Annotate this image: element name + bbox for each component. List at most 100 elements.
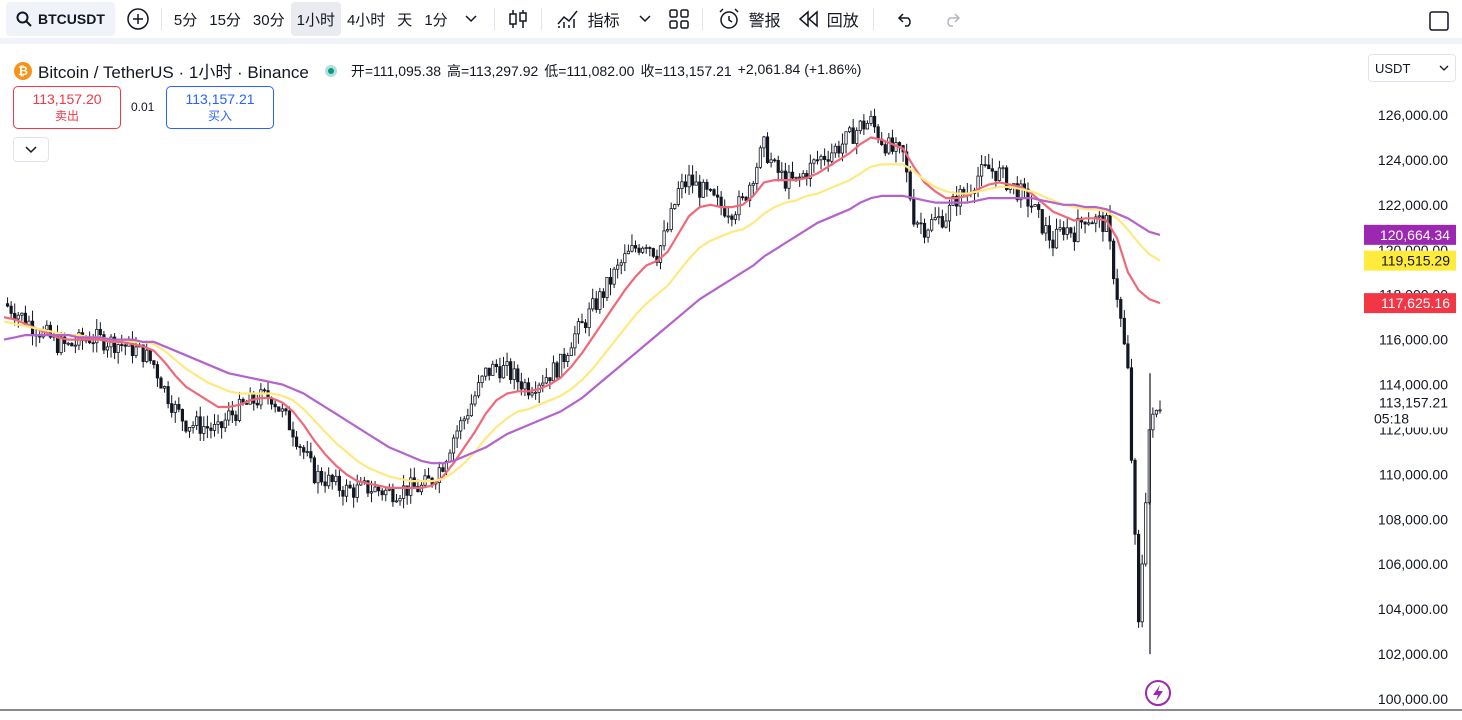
candle bbox=[491, 360, 495, 376]
fullscreen-button[interactable] bbox=[1422, 4, 1456, 38]
candle bbox=[598, 287, 602, 314]
candle bbox=[220, 420, 224, 439]
candle bbox=[551, 355, 556, 382]
candle bbox=[765, 132, 770, 164]
candle bbox=[683, 174, 688, 194]
candle bbox=[1019, 179, 1023, 208]
divider bbox=[493, 8, 495, 30]
candle bbox=[205, 415, 209, 439]
candle bbox=[377, 485, 381, 497]
candle bbox=[298, 443, 302, 456]
layout-button[interactable] bbox=[662, 2, 696, 36]
candle bbox=[494, 359, 498, 373]
candle bbox=[152, 359, 156, 369]
price-badges: 120,664.34 119,515.29 117,625.16 113,157.21… bbox=[1364, 224, 1456, 428]
candle bbox=[997, 160, 1002, 183]
candle bbox=[273, 399, 277, 413]
divider bbox=[872, 8, 874, 30]
timeframe-dropdown[interactable] bbox=[454, 2, 488, 36]
ma-line-2 bbox=[3, 194, 1161, 465]
candle bbox=[34, 329, 38, 347]
candle bbox=[1129, 358, 1134, 464]
currency-select[interactable]: USDT bbox=[1368, 54, 1456, 82]
candle bbox=[459, 416, 463, 440]
chevron-down-icon bbox=[465, 15, 477, 23]
indicators-button[interactable]: 指标 bbox=[548, 2, 628, 36]
candle bbox=[755, 162, 759, 191]
candle bbox=[302, 444, 306, 460]
candle bbox=[512, 361, 516, 390]
candle bbox=[541, 374, 545, 393]
redo-icon bbox=[947, 13, 960, 27]
candle bbox=[255, 394, 259, 409]
chevron-down-icon bbox=[25, 145, 37, 153]
lightning-icon[interactable] bbox=[1145, 680, 1171, 706]
timeframe-30m[interactable]: 30分 bbox=[247, 2, 291, 36]
search-icon bbox=[16, 11, 32, 27]
timeframe-15m[interactable]: 15分 bbox=[203, 2, 247, 36]
candle bbox=[384, 487, 388, 502]
indicators-dropdown[interactable] bbox=[628, 2, 662, 36]
candle bbox=[605, 276, 609, 302]
legend-collapse-button[interactable] bbox=[13, 137, 49, 162]
candle bbox=[501, 356, 506, 379]
candle bbox=[373, 480, 377, 493]
candle bbox=[1069, 226, 1073, 238]
chart-type-button[interactable] bbox=[501, 2, 535, 36]
candle bbox=[355, 474, 359, 503]
candle bbox=[812, 158, 816, 173]
chart-legend: ₿ Bitcoin / TetherUS · 1小时 · Binance 开=1… bbox=[14, 58, 861, 83]
candle bbox=[237, 391, 242, 423]
candle bbox=[580, 313, 584, 324]
candle bbox=[1047, 215, 1051, 249]
sell-label: 卖出 bbox=[54, 108, 79, 123]
candle bbox=[712, 188, 716, 197]
candle bbox=[844, 131, 848, 154]
candle bbox=[740, 192, 745, 201]
chevron-down-icon bbox=[1439, 65, 1449, 71]
layout-grid-icon bbox=[668, 9, 689, 29]
candle bbox=[1090, 220, 1094, 225]
candle bbox=[530, 386, 534, 398]
timeframe-5m[interactable]: 5分 bbox=[168, 2, 203, 36]
candle bbox=[705, 179, 709, 197]
candle bbox=[787, 165, 791, 200]
candle bbox=[1119, 296, 1123, 327]
open-value: 111,095.38 bbox=[373, 62, 442, 79]
replay-button[interactable]: 回放 bbox=[789, 2, 867, 36]
ma-price-badge: 119,515.29 bbox=[1364, 250, 1456, 271]
chart-pane[interactable]: 100,000.00 102,000.00 104,000.00 106,000.00… bbox=[0, 44, 1462, 720]
candle bbox=[116, 343, 120, 364]
candle bbox=[708, 188, 713, 193]
candle bbox=[715, 185, 720, 207]
timeframe-1d[interactable]: 天 bbox=[391, 2, 418, 36]
candle bbox=[319, 467, 324, 486]
candle bbox=[1094, 213, 1098, 233]
candle bbox=[212, 414, 217, 437]
candle bbox=[555, 360, 559, 381]
timeframe-4h[interactable]: 4小时 bbox=[341, 2, 391, 36]
candle bbox=[123, 343, 127, 356]
timeframe-1h[interactable]: 1小时 bbox=[290, 2, 341, 36]
symbol-search-button[interactable]: BTCUSDT bbox=[6, 2, 115, 36]
svg-text:117,625.16: 117,625.16 bbox=[1381, 295, 1450, 311]
sell-button[interactable]: 113,157.20 卖出 bbox=[13, 86, 121, 129]
compare-symbol-button[interactable] bbox=[121, 2, 155, 36]
timeframe-1m[interactable]: 1分 bbox=[418, 2, 453, 36]
candle bbox=[608, 268, 613, 296]
candle bbox=[341, 486, 345, 506]
buy-button[interactable]: 113,157.21 买入 bbox=[166, 86, 274, 129]
candle bbox=[633, 240, 638, 253]
change-value: +2,061.84 (+1.86%) bbox=[737, 60, 862, 77]
undo-icon bbox=[897, 13, 911, 27]
candle bbox=[70, 342, 74, 347]
candle bbox=[1083, 221, 1087, 234]
undo-button[interactable] bbox=[888, 2, 922, 36]
candle bbox=[748, 182, 752, 208]
price-chart[interactable]: 100,000.00 102,000.00 104,000.00 106,000.00… bbox=[0, 44, 1462, 720]
low-label: 低= bbox=[544, 62, 567, 79]
redo-button[interactable] bbox=[936, 2, 970, 36]
candle bbox=[195, 410, 199, 431]
candle bbox=[291, 421, 295, 447]
alerts-button[interactable]: 警报 bbox=[709, 2, 789, 36]
